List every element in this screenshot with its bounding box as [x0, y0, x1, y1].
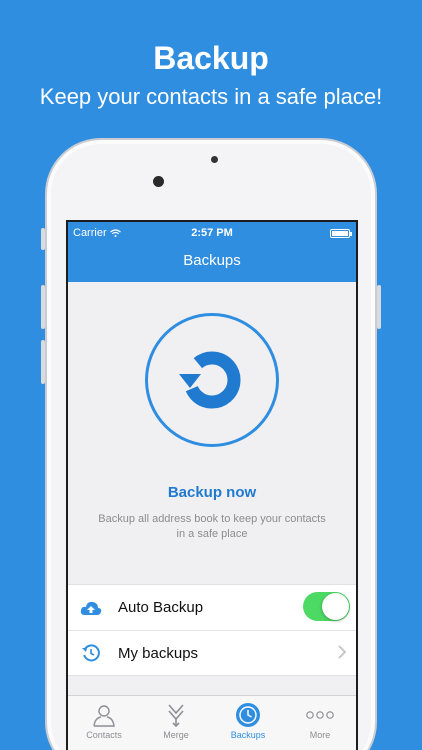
chevron-right-icon — [338, 645, 346, 659]
merge-icon — [162, 702, 190, 728]
cloud-upload-icon — [80, 597, 102, 619]
tab-backups[interactable]: Backups — [212, 696, 284, 750]
my-backups-label: My backups — [118, 644, 199, 662]
navigation-bar: Carrier 2:57 PM Backups — [68, 222, 356, 282]
person-icon — [90, 702, 118, 728]
auto-backup-label: Auto Backup — [118, 599, 204, 616]
tab-contacts-label: Contacts — [86, 730, 122, 740]
power-button — [377, 285, 381, 329]
tab-contacts[interactable]: Contacts — [68, 696, 140, 750]
settings-list: Auto Backup My backups — [68, 584, 356, 676]
volume-down-button — [41, 340, 45, 384]
refresh-icon — [179, 351, 241, 409]
tab-bar: Contacts Merge Backups More — [68, 695, 356, 750]
tab-backups-label: Backups — [230, 730, 266, 740]
speaker — [211, 156, 218, 163]
clock-icon — [234, 702, 262, 728]
mute-switch — [41, 228, 45, 250]
tab-more-label: More — [309, 730, 331, 740]
tab-merge[interactable]: Merge — [140, 696, 212, 750]
backup-now-button[interactable] — [145, 313, 279, 447]
volume-up-button — [41, 285, 45, 329]
app-screen: Carrier 2:57 PM Backups Backup now Backu… — [66, 220, 358, 750]
more-icon — [306, 702, 334, 728]
phone-frame: Carrier 2:57 PM Backups Backup now Backu… — [41, 138, 381, 750]
status-time: 2:57 PM — [191, 227, 233, 239]
tab-more[interactable]: More — [284, 696, 356, 750]
backup-description: Backup all address book to keep your con… — [98, 513, 326, 540]
auto-backup-row: Auto Backup — [68, 585, 356, 630]
front-camera — [153, 176, 164, 187]
tab-merge-label: Merge — [163, 730, 189, 740]
backup-now-label[interactable]: Backup now — [68, 484, 356, 501]
auto-backup-toggle[interactable] — [303, 592, 350, 621]
status-bar: Carrier 2:57 PM — [68, 227, 356, 241]
page-title: Backups — [183, 252, 241, 269]
promo-subtitle: Keep your contacts in a safe place! — [39, 84, 383, 109]
promo-title: Backup — [153, 40, 269, 76]
battery-icon — [330, 229, 352, 238]
my-backups-row[interactable]: My backups — [68, 630, 356, 675]
history-icon — [80, 642, 102, 664]
